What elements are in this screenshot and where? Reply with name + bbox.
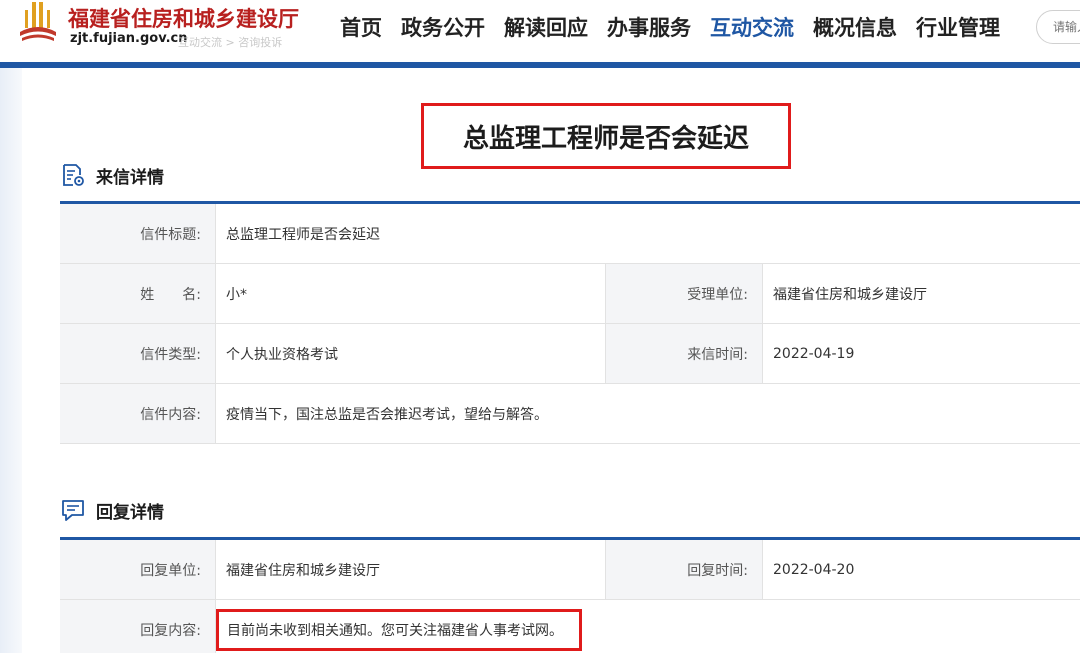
reply-content-label: 回复内容:	[60, 600, 216, 653]
reply-dept-value: 福建省住房和城乡建设厅	[216, 540, 606, 599]
title-highlight-box: 总监理工程师是否会延迟	[421, 103, 791, 169]
site-header: 福建省住房和城乡建设厅 zjt.fujian.gov.cn 互动交流 > 咨询投…	[0, 0, 1080, 62]
main-nav: 首页 政务公开 解读回应 办事服务 互动交流 概况信息 行业管理	[340, 12, 1019, 42]
reply-content-cell: 目前尚未收到相关通知。您可关注福建省人事考试网。	[216, 600, 1080, 653]
table-row: 信件标题: 总监理工程师是否会延迟	[60, 204, 1080, 264]
reply-detail-table: 回复单位: 福建省住房和城乡建设厅 回复时间: 2022-04-20 回复内容:…	[60, 537, 1080, 653]
logo-icon[interactable]	[18, 2, 58, 44]
letter-section-header: 来信详情	[60, 162, 164, 188]
reply-content-value: 目前尚未收到相关通知。您可关注福建省人事考试网。	[216, 608, 582, 651]
letter-type-value: 个人执业资格考试	[216, 324, 606, 383]
site-name[interactable]: 福建省住房和城乡建设厅	[68, 3, 299, 33]
letter-time-value: 2022-04-19	[773, 345, 855, 362]
reply-section-header: 回复详情	[60, 497, 164, 523]
reply-time-label: 回复时间:	[606, 540, 763, 599]
chat-bubble-icon	[62, 500, 84, 521]
reply-section-title: 回复详情	[96, 502, 164, 523]
name-value: 小*	[216, 264, 606, 323]
letter-type-label: 信件类型:	[60, 324, 216, 383]
nav-item-home[interactable]: 首页	[340, 12, 382, 42]
table-row: 信件内容: 疫情当下，国注总监是否会推迟考试，望给与解答。	[60, 384, 1080, 444]
page-title: 总监理工程师是否会延迟	[462, 123, 749, 154]
name-label: 姓 名:	[60, 264, 216, 323]
table-row: 回复内容: 目前尚未收到相关通知。您可关注福建省人事考试网。	[60, 600, 1080, 653]
table-row: 回复单位: 福建省住房和城乡建设厅 回复时间: 2022-04-20	[60, 540, 1080, 600]
nav-item-overview[interactable]: 概况信息	[813, 12, 897, 42]
letter-title-label: 信件标题:	[60, 204, 216, 263]
header-divider	[0, 62, 1080, 68]
nav-item-industry[interactable]: 行业管理	[916, 12, 1000, 42]
nav-item-interaction[interactable]: 互动交流	[710, 12, 794, 42]
letter-title-value: 总监理工程师是否会延迟	[226, 226, 380, 243]
table-row: 姓 名: 小* 受理单位: 福建省住房和城乡建设厅	[60, 264, 1080, 324]
letter-content-value: 疫情当下，国注总监是否会推迟考试，望给与解答。	[226, 406, 548, 423]
dept-label: 受理单位:	[606, 264, 763, 323]
nav-item-gov-affairs[interactable]: 政务公开	[401, 12, 485, 42]
reply-time-value: 2022-04-20	[773, 561, 855, 578]
letter-time-label: 来信时间:	[606, 324, 763, 383]
document-view-icon	[63, 164, 84, 186]
letter-content-label: 信件内容:	[60, 384, 216, 443]
breadcrumb: 互动交流 > 咨询投诉	[178, 36, 283, 49]
reply-dept-label: 回复单位:	[60, 540, 216, 599]
nav-item-interpretation[interactable]: 解读回应	[504, 12, 588, 42]
side-background	[0, 68, 22, 653]
nav-item-services[interactable]: 办事服务	[607, 12, 691, 42]
site-url[interactable]: zjt.fujian.gov.cn	[70, 31, 188, 46]
letter-section-title: 来信详情	[96, 167, 164, 188]
dept-value: 福建省住房和城乡建设厅	[773, 286, 927, 303]
search-input[interactable]	[1036, 10, 1080, 44]
table-row: 信件类型: 个人执业资格考试 来信时间: 2022-04-19	[60, 324, 1080, 384]
letter-detail-table: 信件标题: 总监理工程师是否会延迟 姓 名: 小* 受理单位: 福建省住房和城乡…	[60, 201, 1080, 444]
